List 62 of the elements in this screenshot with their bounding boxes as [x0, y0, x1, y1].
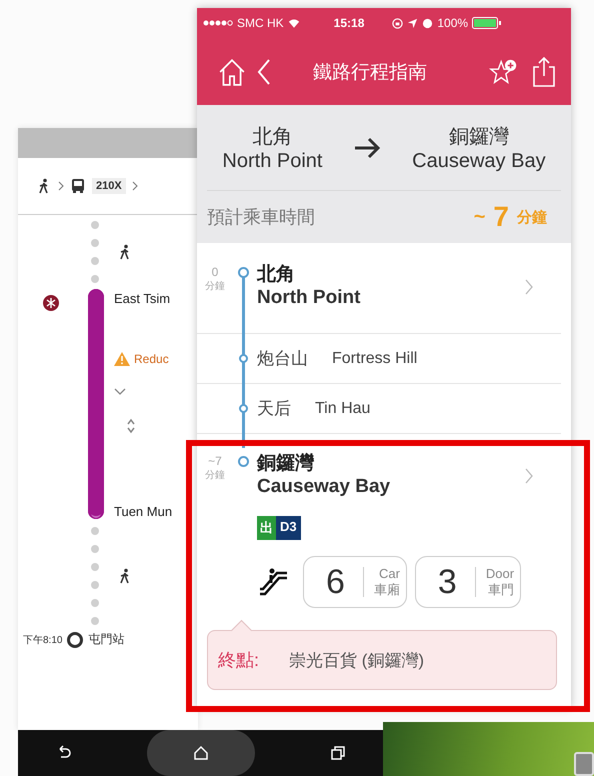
- station-name: Tin Hau: [315, 400, 370, 418]
- bus-icon: [70, 178, 86, 194]
- origin-station-chinese: 北角: [252, 124, 292, 150]
- rail-logo-icon: [43, 295, 59, 311]
- signal-icon: [203, 20, 233, 26]
- arrival-time: 下午8:10: [23, 634, 62, 646]
- clock: 15:18: [334, 16, 364, 30]
- alarm-icon: [422, 18, 434, 28]
- position-label-chinese: 車廂: [374, 580, 400, 598]
- station-dot: [238, 456, 249, 467]
- position-number: 6: [326, 562, 345, 602]
- up-down-arrows-icon[interactable]: [126, 418, 136, 434]
- origin-station-name: North Point: [222, 150, 322, 172]
- carrier-name: SMC HK: [237, 16, 284, 30]
- lock-rotation-icon: [392, 18, 404, 28]
- station-dot: [239, 404, 248, 413]
- travel-time-unit: 分鐘: [517, 208, 547, 226]
- window-thumbnail: [574, 752, 594, 776]
- travel-time-label: 預計乘車時間: [207, 206, 316, 229]
- minutes-unit: 分鐘: [205, 280, 225, 293]
- station-name-chinese: 銅鑼灣: [257, 452, 316, 476]
- station-name-chinese: 北角: [257, 263, 296, 287]
- destination-station-name: Causeway Bay: [412, 150, 546, 172]
- position-label: Car: [378, 566, 400, 580]
- home-icon: [192, 745, 208, 761]
- battery-icon: [472, 17, 502, 29]
- station-name: Fortress Hill: [332, 350, 418, 368]
- warning-icon: [114, 352, 130, 366]
- recent-apps-icon[interactable]: [330, 745, 346, 761]
- minutes-value: 0: [212, 265, 218, 279]
- station-name: North Point: [257, 287, 362, 309]
- bus-route-label: 210X: [92, 178, 126, 194]
- location-arrow-icon: [407, 18, 418, 28]
- exit-icon: 出: [257, 516, 276, 540]
- arrow-right-icon: [353, 136, 382, 158]
- station-dot: [239, 354, 248, 363]
- station-name-chinese: 天后: [257, 398, 291, 420]
- position-number: 3: [438, 562, 457, 602]
- destination-name: 崇光百貨 (銅鑼灣): [289, 650, 424, 672]
- wifi-icon: [288, 18, 300, 28]
- exit-code: D3: [276, 516, 301, 540]
- battery-percentage: 100%: [437, 16, 468, 30]
- station-dot: [238, 267, 249, 278]
- destination-label: 終點:: [218, 649, 260, 672]
- position-label: Door: [486, 566, 514, 580]
- station-name: East Tsim: [114, 291, 170, 306]
- station-name-chinese: 炮台山: [257, 348, 308, 370]
- station-name: Causeway Bay: [257, 476, 392, 498]
- minutes-value: ~7: [208, 454, 222, 468]
- destination-station-chinese: 銅鑼灣: [448, 124, 509, 150]
- approx-sign: ~: [474, 206, 486, 228]
- alert-text: Reduc: [134, 352, 169, 366]
- station-name: 屯門站: [88, 631, 124, 648]
- chevron-right-icon: [132, 181, 138, 191]
- position-label-chinese: 車門: [488, 580, 514, 598]
- station-name: Tuen Mun: [114, 504, 172, 519]
- destination-dot: [67, 632, 84, 648]
- minutes-unit: 分鐘: [205, 469, 225, 482]
- chevron-down-icon[interactable]: [114, 388, 126, 396]
- chevron-right-icon: [58, 181, 64, 191]
- travel-time-value: 7: [493, 201, 509, 233]
- page-title: 鐵路行程指南: [312, 60, 428, 84]
